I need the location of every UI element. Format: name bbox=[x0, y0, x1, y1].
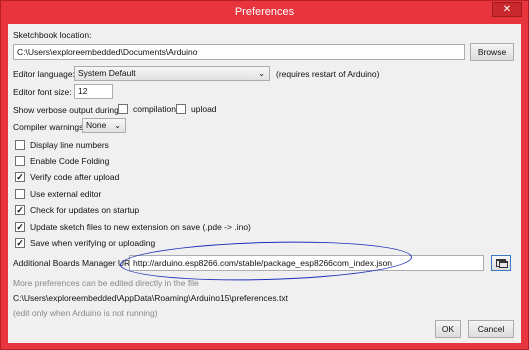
checkmark-icon[interactable]: ✓ bbox=[15, 172, 25, 182]
boards-url-edit-button[interactable] bbox=[491, 255, 511, 271]
option-label: Save when verifying or uploading bbox=[30, 238, 156, 248]
edit-only-note: (edit only when Arduino is not running) bbox=[13, 308, 158, 318]
sketchbook-path-input[interactable]: C:\Users\exploreembedded\Documents\Ardui… bbox=[13, 44, 465, 60]
checkmark-icon[interactable]: ✓ bbox=[15, 222, 25, 232]
editor-language-note: (requires restart of Arduino) bbox=[276, 69, 380, 79]
window-title: Preferences bbox=[234, 6, 295, 18]
browse-button[interactable]: Browse bbox=[470, 43, 514, 61]
checkbox-box[interactable] bbox=[15, 140, 25, 150]
chevron-down-icon: ⌄ bbox=[114, 121, 121, 130]
option-label: Update sketch files to new extension on … bbox=[30, 222, 251, 232]
verbose-compilation-label: compilation bbox=[133, 104, 176, 114]
editor-language-select[interactable]: System Default ⌄ bbox=[74, 66, 270, 81]
option-label: Display line numbers bbox=[30, 140, 109, 150]
more-prefs-note: More preferences can be edited directly … bbox=[13, 278, 199, 288]
checkmark-icon[interactable]: ✓ bbox=[15, 238, 25, 248]
window-list-icon-overlay bbox=[499, 261, 508, 268]
checkbox-box[interactable] bbox=[15, 189, 25, 199]
option-label: Enable Code Folding bbox=[30, 156, 110, 166]
font-size-input[interactable]: 12 bbox=[74, 84, 113, 99]
checkbox-box[interactable] bbox=[15, 156, 25, 166]
checkbox-box[interactable] bbox=[176, 104, 186, 114]
compiler-warnings-select[interactable]: None ⌄ bbox=[82, 118, 126, 133]
title-bar[interactable]: Preferences ✕ bbox=[1, 1, 528, 23]
preferences-file-path: C:\Users\exploreembedded\AppData\Roaming… bbox=[13, 293, 288, 303]
verbose-upload-label: upload bbox=[191, 104, 217, 114]
compiler-warnings-value: None bbox=[86, 120, 107, 130]
preferences-window: Preferences ✕ Sketchbook location: C:\Us… bbox=[0, 0, 529, 350]
verbose-label: Show verbose output during: bbox=[13, 105, 122, 115]
font-size-label: Editor font size: bbox=[13, 87, 72, 97]
option-label: Check for updates on startup bbox=[30, 205, 140, 215]
checkbox-box[interactable] bbox=[118, 104, 128, 114]
editor-language-label: Editor language: bbox=[13, 69, 75, 79]
chevron-down-icon: ⌄ bbox=[258, 69, 265, 78]
sketchbook-label: Sketchbook location: bbox=[13, 30, 92, 40]
ok-button[interactable]: OK bbox=[435, 320, 461, 338]
checkmark-icon[interactable]: ✓ bbox=[15, 205, 25, 215]
close-button[interactable]: ✕ bbox=[492, 2, 522, 17]
editor-language-value: System Default bbox=[78, 68, 136, 78]
cancel-button[interactable]: Cancel bbox=[468, 320, 514, 338]
preferences-panel: Sketchbook location: C:\Users\exploreemb… bbox=[8, 24, 521, 343]
option-label: Use external editor bbox=[30, 189, 102, 199]
compiler-warnings-label: Compiler warnings: bbox=[13, 122, 86, 132]
option-label: Verify code after upload bbox=[30, 172, 120, 182]
